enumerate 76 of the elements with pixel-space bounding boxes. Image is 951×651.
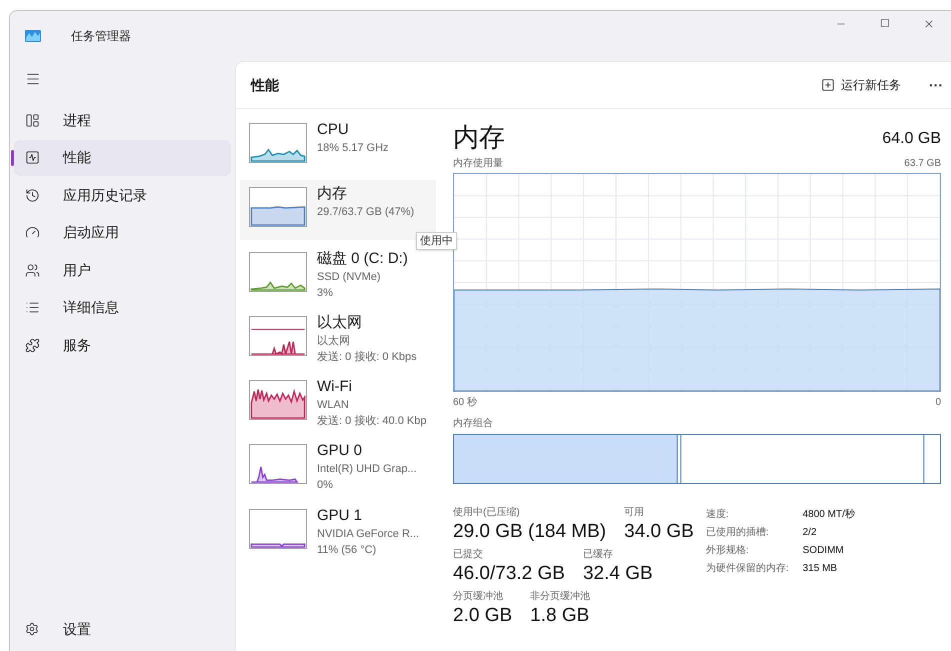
stat-label: 已缓存 (582, 548, 614, 562)
run-new-task-button[interactable]: 运行新任务 (815, 70, 907, 100)
stat-value: 1.8 GB (530, 604, 590, 628)
nav-item[interactable]: 详细信息 (14, 290, 231, 326)
stat-value: 2.0 GB (453, 604, 512, 628)
device-detail: 发送: 0 接收: 0 Kbps (317, 350, 417, 365)
property-value: SODIMM (802, 544, 845, 558)
history-icon (25, 188, 40, 203)
device-detail: 3% (317, 286, 334, 301)
app-logo-icon (25, 30, 41, 42)
nav-item[interactable]: 进程 (14, 102, 231, 138)
stat-label: 分页缓冲池 (453, 590, 504, 604)
device-detail: Intel(R) UHD Grap... (317, 462, 417, 478)
time-axis-start: 60 秒 (453, 396, 477, 410)
device-detail: 18% 5.17 GHz (317, 141, 389, 156)
device-detail: 以太网 (317, 334, 351, 349)
device-detail: 11% (56 °C) (317, 542, 378, 558)
stat-value: 32.4 GB (582, 562, 653, 586)
property-label: 为硬件保留的内存: (706, 562, 789, 576)
device-name: GPU 0 (317, 441, 364, 462)
panel-icon (25, 112, 40, 128)
device-item[interactable]: CPU 18% 5.17 GHz (240, 116, 436, 176)
device-name: Wi-Fi (317, 377, 353, 398)
page-title: 性能 (251, 76, 279, 94)
maximize-icon[interactable] (880, 18, 890, 28)
device-item[interactable]: GPU 0 Intel(R) UHD Grap... 0% (240, 437, 436, 498)
stat-value: 29.0 GB (184 MB) (453, 520, 606, 544)
stat-label: 使用中(已压缩) (453, 506, 521, 520)
stat-label: 可用 (624, 506, 646, 520)
users-icon (25, 262, 40, 278)
menu-icon[interactable] (25, 71, 41, 87)
window-title: 任务管理器 (71, 28, 131, 45)
device-name: GPU 1 (317, 506, 364, 526)
device-detail: WLAN (317, 398, 350, 414)
add-task-icon (821, 78, 835, 92)
stat-value: 46.0/73.2 GB (453, 562, 565, 586)
settings-icon (25, 622, 39, 636)
property-label: 速度: (706, 508, 730, 522)
device-name: CPU (317, 120, 350, 140)
settings-nav-item[interactable]: 设置 (14, 611, 231, 647)
device-detail: 发送: 0 接收: 40.0 Kbp (317, 414, 426, 430)
property-value: 4800 MT/秒 (802, 508, 855, 522)
device-name: 以太网 (317, 312, 363, 333)
nav-item[interactable]: 服务 (14, 328, 231, 364)
total-memory: 64.0 GB (882, 129, 941, 149)
stat-label: 非分页缓冲池 (530, 590, 590, 604)
time-axis-end: 0 (935, 396, 941, 410)
stat-value: 34.0 GB (624, 520, 694, 544)
property-value: 315 MB (802, 562, 838, 576)
device-detail: NVIDIA GeForce R... (317, 526, 420, 542)
tooltip: 使用中 (416, 232, 457, 250)
selection-indicator (11, 150, 14, 166)
nav-item[interactable]: 启动应用 (14, 214, 231, 251)
graph-max-label: 63.7 GB (904, 157, 941, 171)
device-name: 磁盘 0 (C: D:) (317, 248, 408, 269)
device-item[interactable]: 以太网 以太网 发送: 0 接收: 0 Kbps (240, 308, 436, 369)
device-detail: SSD (NVMe) (317, 270, 382, 285)
nav-item[interactable]: 性能 (14, 140, 231, 176)
activity-icon (25, 150, 40, 166)
nav-item[interactable]: 应用历史记录 (14, 177, 231, 214)
close-icon[interactable] (923, 18, 935, 30)
device-item[interactable]: GPU 1 NVIDIA GeForce R... 11% (56 °C) (240, 502, 436, 562)
property-value: 2/2 (802, 526, 818, 540)
more-button[interactable]: ··· (921, 70, 951, 100)
device-item[interactable]: Wi-Fi WLAN 发送: 0 接收: 40.0 Kbp (240, 373, 436, 434)
stat-label: 已提交 (453, 548, 484, 562)
puzzle-icon (25, 338, 40, 354)
property-label: 外形规格: (706, 544, 750, 558)
detail-title: 内存 (453, 121, 505, 153)
device-name: 内存 (317, 184, 348, 204)
nav-item[interactable]: 用户 (14, 252, 231, 288)
composition-label: 内存组合 (453, 416, 494, 431)
graph-label: 内存使用量 (453, 156, 503, 171)
property-label: 已使用的插槽: (706, 526, 770, 540)
device-detail: 29.7/63.7 GB (47%) (317, 205, 414, 220)
device-detail: 0% (317, 478, 334, 494)
